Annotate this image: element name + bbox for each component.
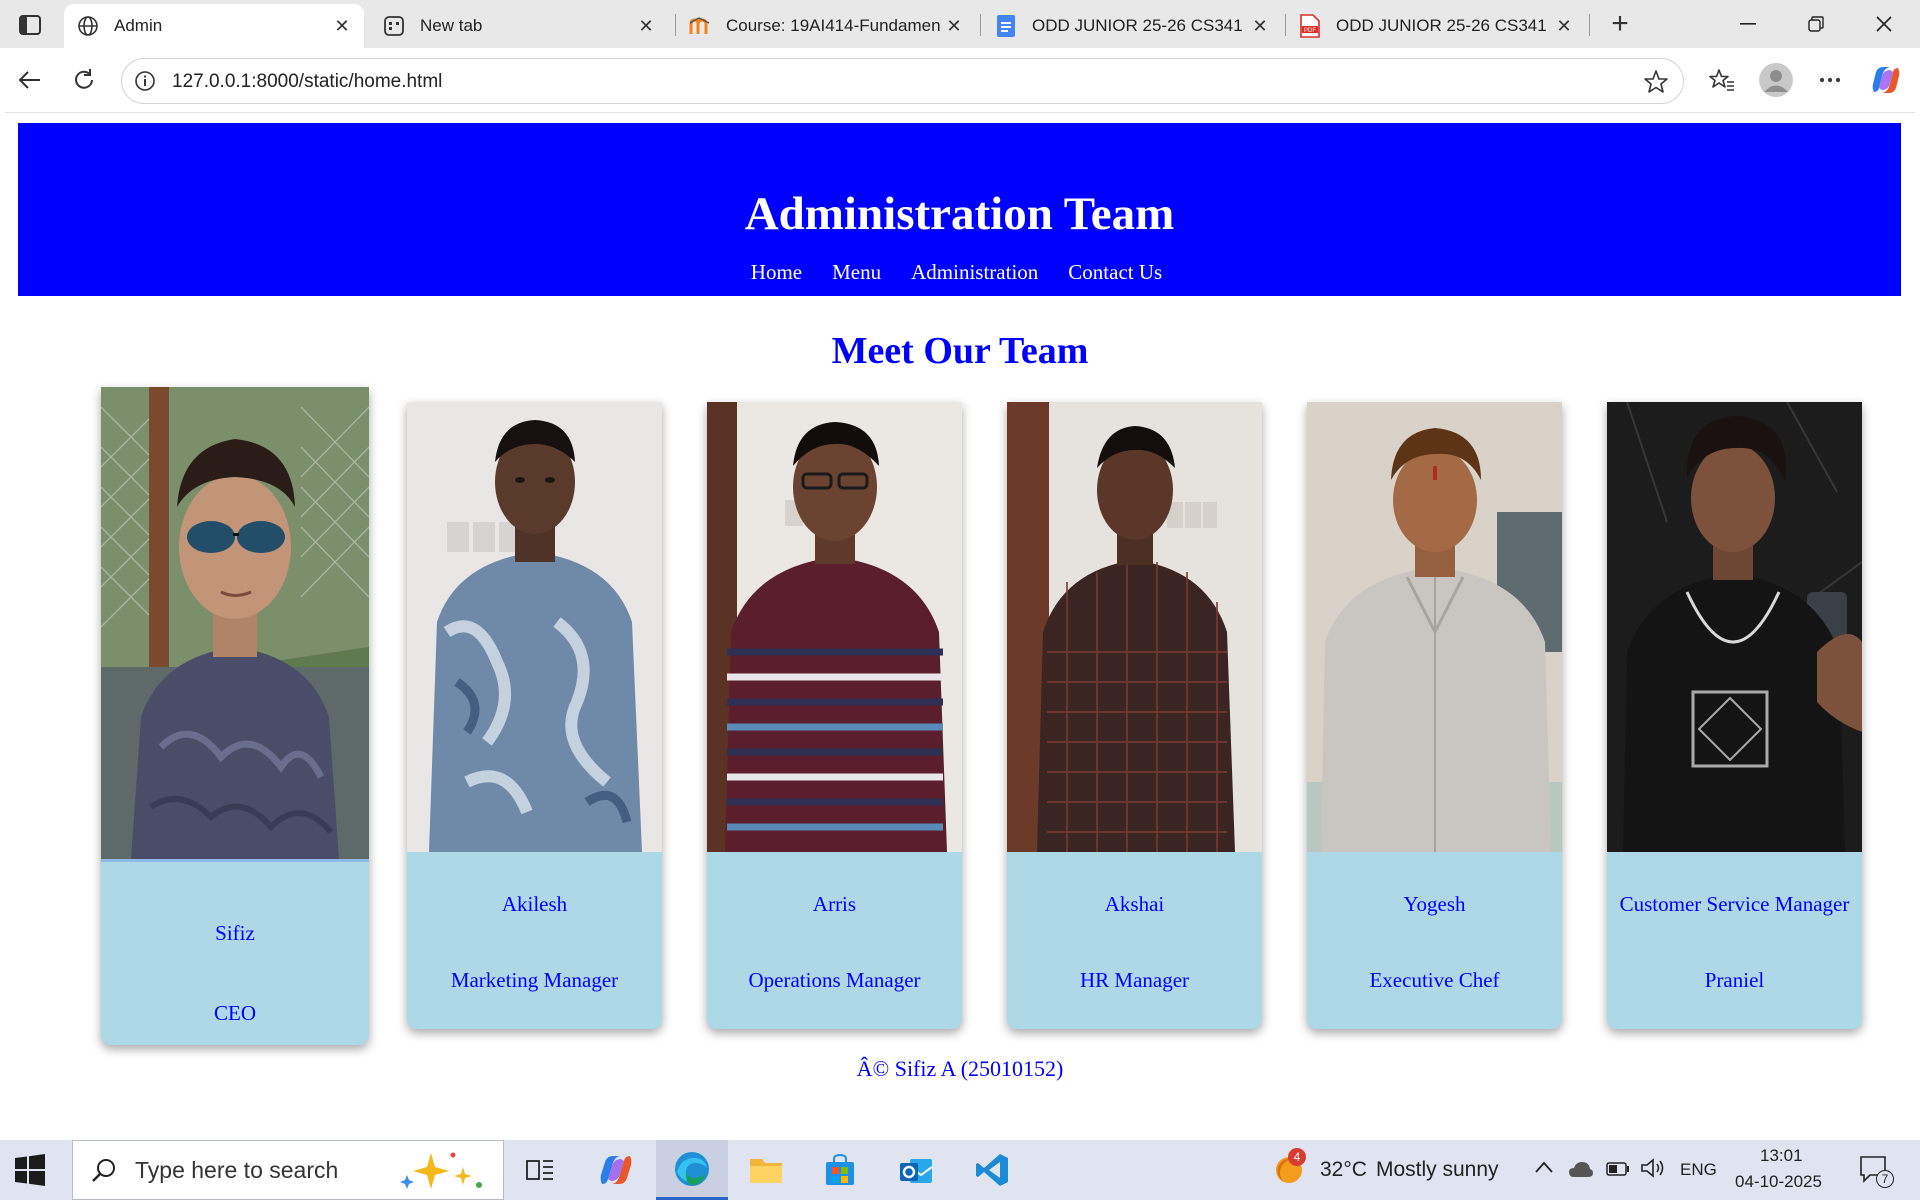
docs-icon [994,14,1018,38]
member-role: Operations Manager [748,968,921,992]
pdf-icon: PDF [1298,14,1322,38]
globe-icon [76,14,100,38]
clock-time[interactable]: 13:01 [1760,1146,1803,1166]
tab-admin[interactable]: Admin ✕ [64,4,364,48]
team-card: Sifiz CEO [101,387,369,1045]
close-tab-icon[interactable]: ✕ [1250,16,1270,36]
nav-link-menu[interactable]: Menu [832,260,881,285]
member-name: Arris [812,892,857,916]
site-nav: Home Menu Administration Contact Us [18,260,1901,285]
member-photo [707,402,962,852]
clock-date[interactable]: 04-10-2025 [1735,1172,1822,1192]
more-options-icon[interactable] [1810,60,1850,100]
close-tab-icon[interactable]: ✕ [332,16,352,36]
tab-title: Admin [114,16,163,35]
member-photo [1307,402,1562,852]
file-explorer-icon[interactable] [730,1140,802,1200]
battery-icon[interactable] [1606,1162,1630,1181]
tab-divider [1589,14,1590,36]
notification-count: 7 [1876,1170,1894,1188]
nav-link-home[interactable]: Home [751,260,802,285]
search-placeholder: Type here to search [135,1157,339,1183]
favorite-star-icon[interactable] [1643,69,1669,95]
url-text: 127.0.0.1:8000/static/home.html [172,71,443,92]
member-name: Akilesh [501,892,568,916]
nav-link-contact-us[interactable]: Contact Us [1068,260,1162,285]
close-tab-icon[interactable]: ✕ [636,16,656,36]
member-photo [1007,402,1262,852]
team-card: Akilesh Marketing Manager [407,402,662,1029]
section-title: Meet Our Team [831,330,1089,372]
reload-button[interactable] [66,62,102,98]
member-role: Marketing Manager [450,968,619,992]
tab-new-tab[interactable]: New tab ✕ [370,4,668,48]
taskbar: Type here to search 4 32°C Mostly sunny [0,1140,1920,1200]
member-role: Praniel [1704,968,1765,992]
newtab-icon [382,14,406,38]
search-icon [91,1157,117,1188]
sparkle-icon [393,1149,493,1198]
taskbar-search[interactable]: Type here to search [72,1140,504,1200]
edge-browser-icon[interactable] [656,1140,728,1200]
moodle-icon [688,14,712,38]
task-view-icon[interactable] [504,1140,576,1200]
weather-badge: 4 [1288,1148,1306,1166]
team-card: Akshai HR Manager [1007,402,1262,1029]
team-card: Yogesh Executive Chef [1307,402,1562,1029]
windows-start-icon[interactable] [12,1152,48,1188]
weather-condition: Mostly sunny [1376,1158,1499,1181]
close-window-button[interactable] [1850,0,1918,48]
photo-divider [101,859,369,862]
tab-strip: Admin ✕ New tab ✕ Course: 19AI414-Fundam… [0,0,1920,48]
close-tab-icon[interactable]: ✕ [1554,16,1574,36]
tab-title: Course: 19AI414-Fundamen [726,16,941,35]
member-name: Sifiz [215,921,255,945]
tab-course[interactable]: Course: 19AI414-Fundamen ✕ [676,4,976,48]
member-photo [407,402,662,852]
member-role: HR Manager [1079,968,1190,992]
language-indicator[interactable]: ENG [1680,1160,1717,1180]
weather-temperature: 32°C [1320,1158,1367,1181]
page-viewport: Administration Team Home Menu Administra… [5,112,1915,1134]
tab-divider [980,14,981,36]
onedrive-icon[interactable] [1568,1160,1594,1183]
member-name: Customer Service Manager [1619,892,1850,916]
outlook-icon[interactable] [880,1140,952,1200]
favorites-icon[interactable] [1702,60,1742,100]
address-bar[interactable]: 127.0.0.1:8000/static/home.html [121,58,1684,104]
tab-actions-icon[interactable] [12,10,48,40]
member-photo [101,387,369,859]
site-info-icon[interactable] [134,70,156,92]
page-footer: Â© Sifiz A (25010152) [856,1056,1064,1081]
volume-icon[interactable] [1640,1157,1666,1184]
tab-title: ODD JUNIOR 25-26 CS341 [1032,16,1243,35]
site-header: Administration Team Home Menu Administra… [18,123,1901,296]
microsoft-store-icon[interactable] [804,1140,876,1200]
copilot-app-icon[interactable] [580,1140,652,1200]
member-photo [1607,402,1862,852]
restore-button[interactable] [1782,0,1850,48]
back-button[interactable] [12,62,48,98]
member-name: Akshai [1104,892,1165,916]
vscode-icon[interactable] [956,1140,1028,1200]
nav-link-administration[interactable]: Administration [911,260,1038,285]
member-name: Yogesh [1403,892,1466,916]
tab-pdf[interactable]: PDF ODD JUNIOR 25-26 CS341 ✕ [1286,4,1586,48]
chevron-up-icon[interactable] [1534,1160,1554,1179]
profile-avatar[interactable] [1756,60,1796,100]
svg-text:PDF: PDF [1304,28,1316,34]
tab-title: ODD JUNIOR 25-26 CS341 [1336,16,1547,35]
new-tab-button[interactable]: + [1602,6,1638,42]
member-role: CEO [214,1001,256,1025]
copilot-icon[interactable] [1866,60,1906,100]
minimize-button[interactable] [1714,0,1782,48]
member-role: Executive Chef [1369,968,1500,992]
team-card: Customer Service Manager Praniel [1607,402,1862,1029]
tab-title: New tab [420,16,483,35]
tab-docs[interactable]: ODD JUNIOR 25-26 CS341 ✕ [982,4,1282,48]
team-card: Arris Operations Manager [707,402,962,1029]
site-title: Administration Team [744,188,1175,240]
close-tab-icon[interactable]: ✕ [944,16,964,36]
